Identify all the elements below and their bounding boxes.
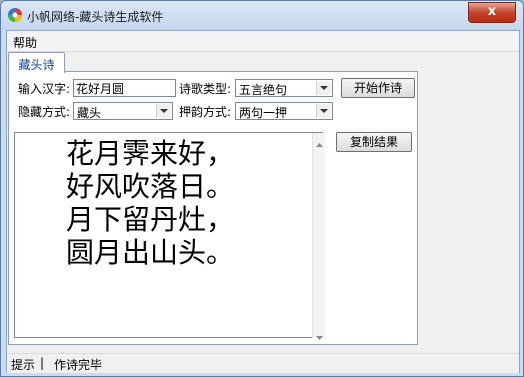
tab-label: 藏头诗: [18, 58, 55, 72]
status-separator: |: [40, 356, 45, 370]
input-label: 输入汉字:: [18, 82, 71, 96]
poem-output[interactable]: 花月霁来好， 好风吹落日。 月下留丹灶， 圆月出山头。: [14, 132, 325, 340]
poem-type-label: 诗歌类型:: [179, 82, 232, 96]
scroll-down-icon[interactable]: [316, 329, 323, 343]
hide-mode-select[interactable]: 藏头: [73, 102, 173, 120]
window-title: 小帆网络-藏头诗生成软件: [27, 10, 164, 24]
poem-line: 圆月出山头。: [66, 236, 235, 269]
hide-mode-label: 隐藏方式:: [18, 105, 71, 119]
status-bar: 提示 | 作诗完毕: [7, 353, 519, 373]
menu-help[interactable]: 帮助: [13, 34, 37, 51]
tab-acrostic[interactable]: 藏头诗: [8, 52, 65, 73]
client-area: 帮助 藏头诗 输入汉字: 花好月圆 诗歌类型: 五言绝句 开始作诗 隐藏方式: …: [6, 30, 520, 373]
poem-type-select[interactable]: 五言绝句: [235, 79, 333, 97]
tab-panel: 输入汉字: 花好月圆 诗歌类型: 五言绝句 开始作诗 隐藏方式: 藏头 押韵方式…: [8, 71, 418, 345]
app-window: 小帆网络-藏头诗生成软件 x 帮助 藏头诗 输入汉字: 花好月圆 诗歌类型: 五…: [0, 0, 524, 377]
title-bar[interactable]: 小帆网络-藏头诗生成软件 x: [1, 1, 523, 30]
poem-type-value: 五言绝句: [239, 83, 288, 97]
rhyme-value: 两句一押: [239, 106, 288, 120]
rhyme-label: 押韵方式:: [179, 105, 232, 119]
scroll-up-icon[interactable]: [316, 136, 323, 150]
chevron-down-icon[interactable]: [316, 81, 331, 95]
vertical-scrollbar[interactable]: [312, 133, 325, 340]
start-button[interactable]: 开始作诗: [341, 78, 415, 98]
hide-mode-value: 藏头: [77, 106, 102, 120]
close-icon: x: [487, 4, 497, 19]
poem-line: 好风吹落日。: [66, 170, 235, 203]
app-logo-icon: [7, 7, 23, 23]
poem-line: 月下留丹灶，: [66, 203, 235, 236]
status-label: 提示: [11, 358, 36, 372]
close-button[interactable]: x: [468, 2, 516, 23]
poem-text: 花月霁来好， 好风吹落日。 月下留丹灶， 圆月出山头。: [66, 137, 234, 269]
copy-result-button[interactable]: 复制结果: [336, 132, 412, 152]
chinese-input[interactable]: 花好月圆: [73, 79, 176, 97]
menu-bar: 帮助: [7, 31, 519, 52]
chevron-down-icon[interactable]: [156, 104, 171, 118]
poem-line: 花月霁来好，: [66, 137, 235, 170]
status-message: 作诗完毕: [54, 358, 103, 372]
rhyme-select[interactable]: 两句一押: [235, 102, 333, 120]
chevron-down-icon[interactable]: [316, 104, 331, 118]
